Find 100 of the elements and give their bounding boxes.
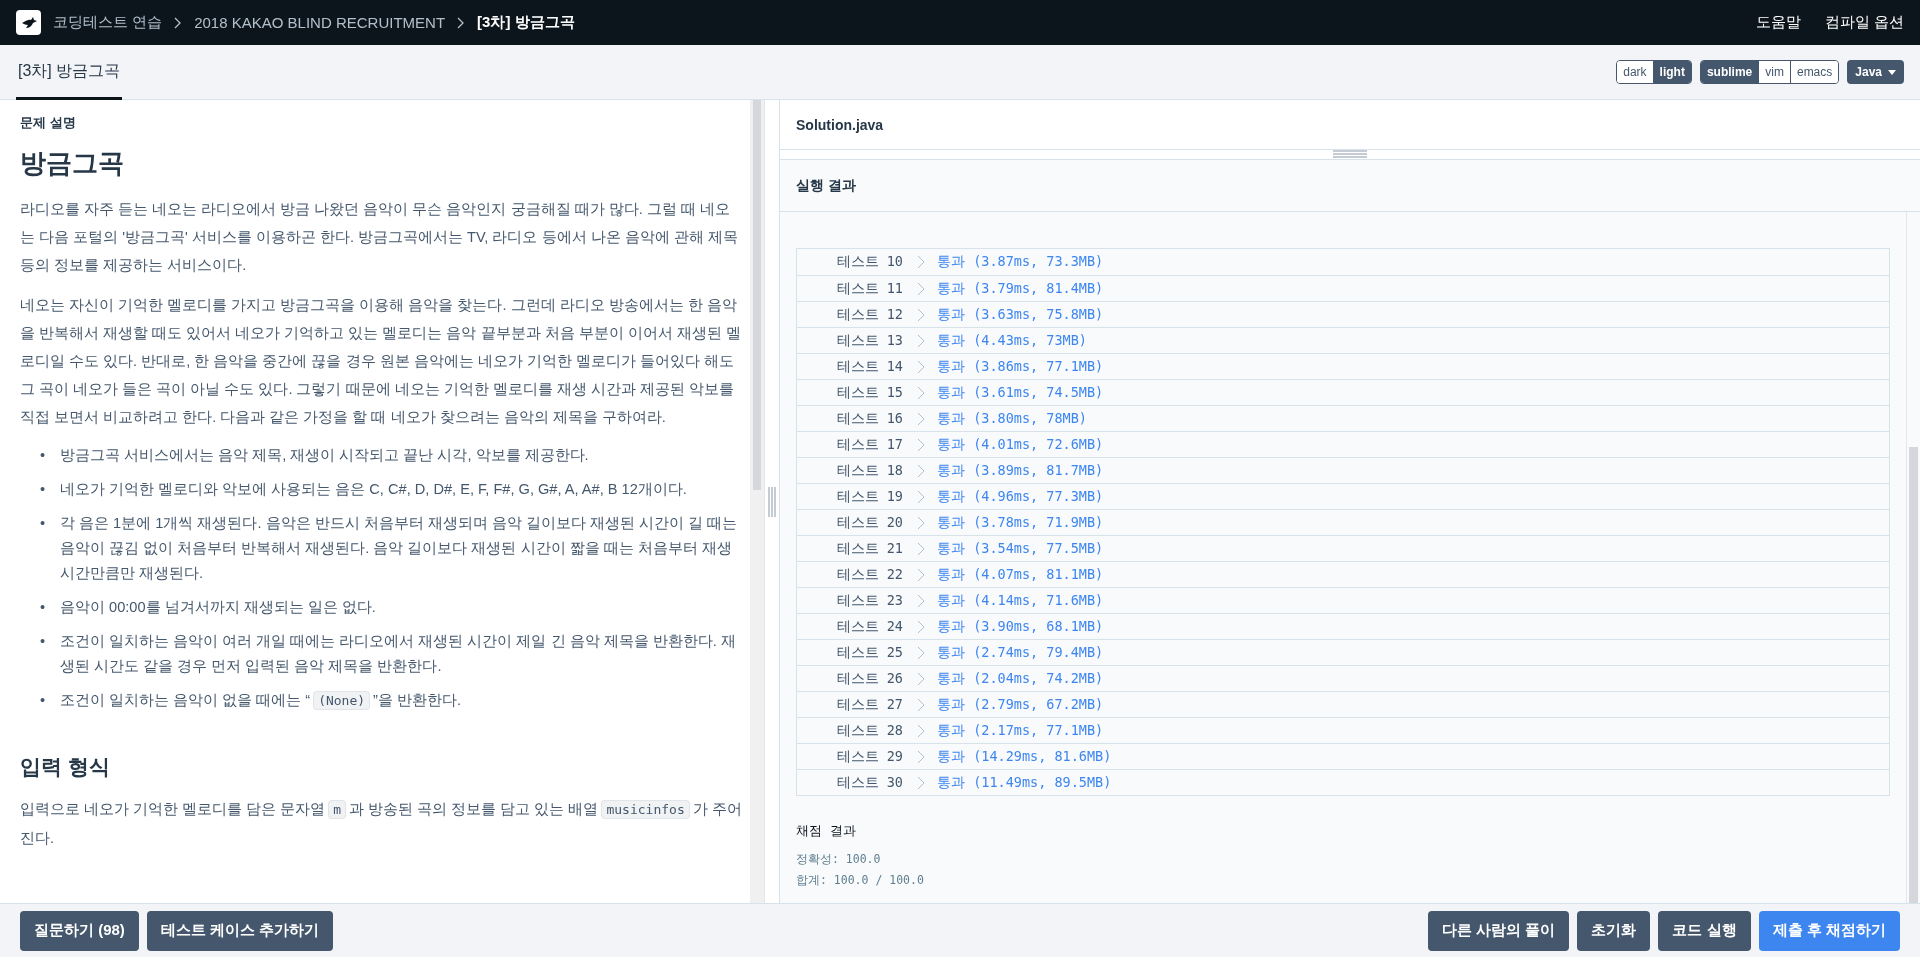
test-result: 통과 (4.43ms, 73MB) (937, 331, 1087, 350)
language-dropdown[interactable]: Java (1847, 60, 1904, 84)
problem-title: 방금그곡 (20, 147, 125, 180)
chevron-icon (174, 16, 183, 29)
test-label: 테스트 16 (835, 409, 903, 428)
chevron-icon (917, 541, 925, 556)
resize-handle-icon[interactable] (768, 486, 776, 517)
breadcrumb-link[interactable]: [3차] 방금그곡 (477, 13, 575, 32)
chevron-icon (917, 515, 925, 530)
chevron-icon (917, 567, 925, 582)
test-label: 테스트 30 (835, 773, 903, 792)
paragraph: 네오는 자신이 기억한 멜로디를 가지고 방금그곡을 이용해 음악을 찾는다. 그런데 라디오 방송에서는 한 음악을 반복해서 재생할 때도 있어서 네오가 기억하고 있는 멜로디는 음악 끝부분과 처음 부분이 이어서 재생된 멜로디일 수도 있다. 반대로, 한 음악을 중간에 끊을 경우 원본 음악에는 네오가 기억한 멜로디가 들어있다 해도 그 곡이 네오가 들은 곡이 아닐 수도 있다. 그렇기 때문에 네오는 기억한 멜로디를 재생 시간과 제공된 악보를 직접 보면서 비교하려고 한다. 다음과 같은 가정을 할 때 네오가 찾으려는 음악의 제목을 구하여라. (20, 296, 742, 427)
list-item: 조건이 일치하는 음악이 여러 개일 때에는 라디오에서 재생된 시간이 제일 긴 음악 제목을 반환한다. 재생된 시간도 같을 경우 먼저 입력된 음악 제목을 반환한다. (60, 632, 737, 676)
test-result: 통과 (3.79ms, 81.4MB) (937, 279, 1104, 298)
grading-line: 정확성: 100.0 (796, 852, 882, 867)
logo-icon[interactable] (16, 10, 41, 35)
test-result: 통과 (3.80ms, 78MB) (937, 409, 1087, 428)
chevron-icon (917, 489, 925, 504)
chevron-icon (917, 437, 925, 452)
bullet-marker: • (40, 514, 47, 533)
test-result: 통과 (2.79ms, 67.2MB) (937, 695, 1104, 714)
paragraph: 입력으로 네오가 기억한 멜로디를 담은 문자열 m 과 방송된 곡의 정보를 담고 있는 배열 musicinfos 가 주어진다. (20, 799, 742, 848)
bullet-marker: • (40, 598, 47, 617)
bullet-marker: • (40, 480, 47, 499)
list-item: 네오가 기억한 멜로디와 악보에 사용되는 음은 C, C#, D, D#, E, F, F#, G, G#, A, A#, B 12개이다. (60, 480, 687, 499)
test-label: 테스트 10 (835, 253, 903, 271)
list-item: 음악이 00:00를 넘겨서까지 재생되는 일은 없다. (60, 598, 376, 617)
bullet-marker: • (40, 632, 47, 651)
test-result: 통과 (14.29ms, 81.6MB) (937, 747, 1112, 766)
test-label: 테스트 28 (835, 721, 903, 740)
inline-code: (None) (313, 691, 371, 710)
test-result: 통과 (3.78ms, 71.9MB) (937, 513, 1104, 532)
theme-toggle-button[interactable]: light (1652, 61, 1691, 83)
action-button[interactable]: 테스트 케이스 추가하기 (146, 910, 334, 951)
bullet-marker: • (40, 446, 47, 465)
header-link[interactable]: 도움말 (1755, 13, 1801, 32)
submit-button[interactable]: 제출 후 채점하기 (1758, 910, 1900, 951)
chevron-icon (917, 697, 925, 712)
test-label: 테스트 18 (835, 461, 903, 480)
test-result: 통과 (4.07ms, 81.1MB) (937, 565, 1104, 584)
bullet-marker: • (40, 691, 47, 710)
chevron-icon (917, 385, 925, 400)
keymap-toggle-button[interactable]: vim (1758, 61, 1790, 83)
test-label: 테스트 22 (835, 565, 903, 584)
chevron-icon (917, 463, 925, 478)
test-result: 통과 (2.74ms, 79.4MB) (937, 643, 1104, 662)
chevron-icon (917, 671, 925, 686)
header-link[interactable]: 컴파일 옵션 (1824, 13, 1904, 32)
test-result: 통과 (3.89ms, 81.7MB) (937, 461, 1104, 480)
grading-title: 채점 결과 (796, 822, 857, 840)
test-label: 테스트 19 (835, 487, 903, 506)
action-button[interactable]: 다른 사람의 풀이 (1428, 910, 1570, 951)
results-title: 실행 결과 (780, 160, 1920, 212)
scrollbar-thumb[interactable] (753, 100, 761, 490)
section-heading: 입력 형식 (20, 754, 111, 780)
test-result: 통과 (3.63ms, 75.8MB) (937, 305, 1104, 324)
test-label: 테스트 23 (835, 591, 903, 610)
paragraph: 라디오를 자주 듣는 네오는 라디오에서 방금 나왔던 음악이 무슨 음악인지 궁금해질 때가 많다. 그럴 때 네오는 다음 포털의 '방금그곡' 서비스를 이용하곤 한다. 방금그곡에서는 TV, 라디오 등에서 나온 음악에 관해 제목 등의 정보를 제공하는 서비스이다. (20, 200, 739, 275)
action-button[interactable]: 질문하기 (98) (20, 910, 139, 951)
test-result: 통과 (4.14ms, 71.6MB) (937, 591, 1104, 610)
test-result: 통과 (11.49ms, 89.5MB) (937, 773, 1112, 792)
list-item: 조건이 일치하는 음악이 없을 때에는 “ (None) ”을 반환한다. (60, 690, 462, 712)
test-result: 통과 (4.96ms, 77.3MB) (937, 487, 1104, 506)
keymap-toggle-button[interactable]: sublime (1700, 61, 1759, 83)
inline-code: m (328, 800, 347, 819)
test-result: 통과 (4.01ms, 72.6MB) (937, 435, 1104, 454)
action-button[interactable]: 초기화 (1577, 910, 1651, 951)
breadcrumb-link[interactable]: 코딩테스트 연습 (53, 13, 163, 32)
list-item: 각 음은 1분에 1개씩 재생된다. 음악은 반드시 처음부터 재생되며 음악 길이보다 재생된 시간이 길 때는 음악이 끊김 없이 처음부터 반복해서 재생된다. 음악 길이보다 재생된 시간이 짧을 때는 처음부터 재생 시간만큼만 재생된다. (60, 514, 739, 583)
chevron-icon (917, 645, 925, 660)
chevron-icon (457, 16, 466, 29)
keymap-toggle-button[interactable]: emacs (1789, 61, 1839, 83)
test-label: 테스트 24 (835, 617, 903, 636)
resize-handle-icon[interactable] (1333, 150, 1367, 158)
chevron-icon (917, 359, 925, 374)
theme-toggle-button[interactable]: dark (1617, 61, 1653, 83)
chevron-icon (917, 619, 925, 634)
test-result: 통과 (3.86ms, 77.1MB) (937, 357, 1104, 376)
caret-icon (1888, 69, 1896, 75)
chevron-icon (917, 749, 925, 764)
test-label: 테스트 21 (835, 539, 903, 558)
test-result: 통과 (3.90ms, 68.1MB) (937, 617, 1104, 636)
test-result: 통과 (3.87ms, 73.3MB) (937, 253, 1104, 271)
chevron-icon (917, 333, 925, 348)
breadcrumb-link[interactable]: 2018 KAKAO BLIND RECRUITMENT (194, 14, 446, 31)
test-label: 테스트 20 (835, 513, 903, 532)
test-result: 통과 (2.04ms, 74.2MB) (937, 669, 1104, 688)
test-label: 테스트 14 (835, 357, 903, 376)
test-result: 통과 (2.17ms, 77.1MB) (937, 721, 1104, 740)
test-result: 통과 (3.61ms, 74.5MB) (937, 383, 1104, 402)
test-label: 테스트 26 (835, 669, 903, 688)
chevron-icon (917, 411, 925, 426)
test-label: 테스트 25 (835, 643, 903, 662)
action-button[interactable]: 코드 실행 (1658, 910, 1751, 951)
inline-code: musicinfos (601, 800, 690, 819)
scrollbar-thumb[interactable] (1909, 446, 1918, 903)
test-label: 테스트 12 (835, 305, 903, 324)
list-item: 방금그곡 서비스에서는 음악 제목, 재생이 시작되고 끝난 시각, 악보를 제공한다. (60, 446, 589, 465)
test-label: 테스트 15 (835, 383, 903, 402)
test-result: 통과 (3.54ms, 77.5MB) (937, 539, 1104, 558)
